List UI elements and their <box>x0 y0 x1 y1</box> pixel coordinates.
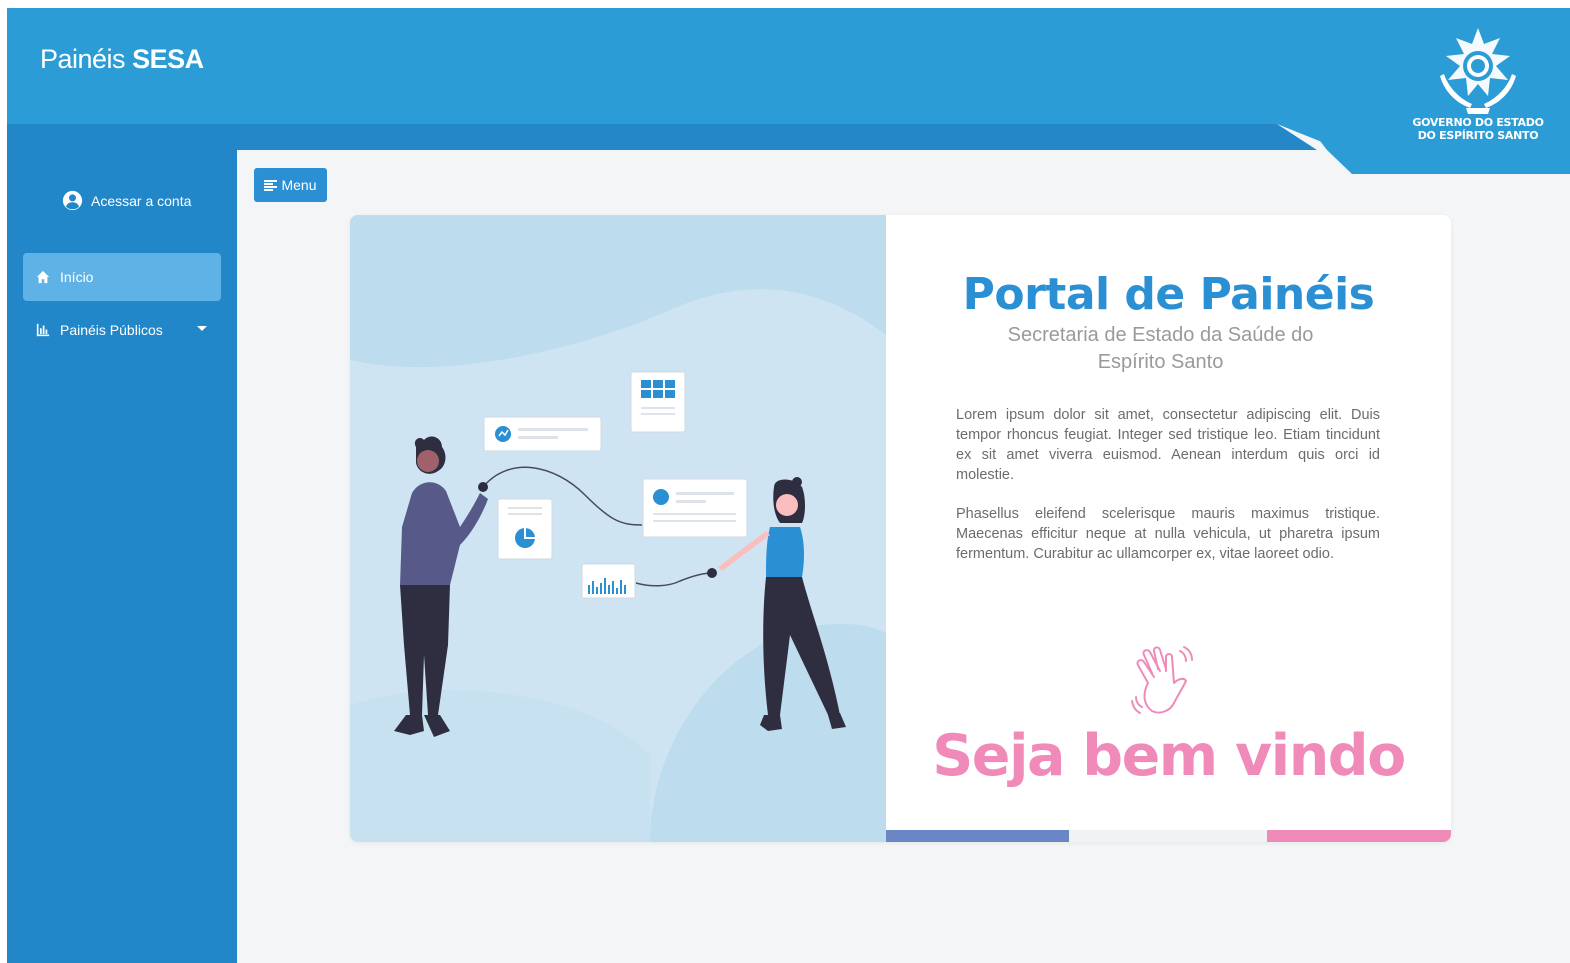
brand-logo[interactable]: Painéis SESA <box>40 44 204 75</box>
dashboard-illustration <box>350 215 886 842</box>
page-subtitle: Secretaria de Estado da Saúde do Espírit… <box>1007 324 1314 373</box>
decor-bar-blue <box>886 830 1069 842</box>
account-login-link[interactable]: Acessar a conta <box>62 190 191 211</box>
intro-paragraph-2: Phasellus eleifend scelerisque mauris ma… <box>956 506 1380 562</box>
home-icon <box>36 270 50 284</box>
sidebar-item-inicio[interactable]: Início <box>23 253 221 301</box>
app-frame: Painéis SESA GOVERNO DO ESTADO DO ESPÍRI… <box>7 8 1570 963</box>
brand-text-light: Painéis <box>40 44 126 74</box>
decor-bar-light <box>1069 830 1267 842</box>
welcome-text-panel: Portal de Painéis Secretaria de Estado d… <box>886 215 1451 842</box>
gov-text-line1: GOVERNO DO ESTADO <box>1412 116 1544 129</box>
account-label: Acessar a conta <box>91 192 192 209</box>
sidebar-item-label: Painéis Públicos <box>60 322 163 338</box>
gov-text-line2: DO ESPÍRITO SANTO <box>1417 129 1539 142</box>
government-logo: GOVERNO DO ESTADO DO ESPÍRITO SANTO <box>1408 24 1548 142</box>
menu-lines-icon <box>264 179 278 191</box>
chevron-down-icon <box>197 326 207 331</box>
menu-label: Menu <box>281 177 317 193</box>
top-header: Painéis SESA <box>7 8 1570 124</box>
sidebar-item-paineis-publicos[interactable]: Painéis Públicos <box>23 306 221 354</box>
brand-text-bold: SESA <box>132 44 204 74</box>
page-title: Portal de Painéis <box>962 269 1375 320</box>
waving-hand-icon <box>1131 646 1193 714</box>
bar-chart-icon <box>36 323 50 337</box>
user-circle-icon <box>62 190 83 211</box>
coat-of-arms-icon <box>1440 28 1516 114</box>
menu-toggle-button[interactable]: Menu <box>254 168 327 202</box>
sidebar-item-label: Início <box>60 269 94 285</box>
header-wave-band <box>7 124 1570 174</box>
intro-paragraph-1: Lorem ipsum dolor sit amet, consectetur … <box>956 407 1380 483</box>
welcome-message: Seja bem vindo <box>932 723 1406 789</box>
welcome-card: Portal de Painéis Secretaria de Estado d… <box>350 215 1451 842</box>
decor-bar-pink <box>1267 830 1451 842</box>
sidebar <box>7 124 237 963</box>
